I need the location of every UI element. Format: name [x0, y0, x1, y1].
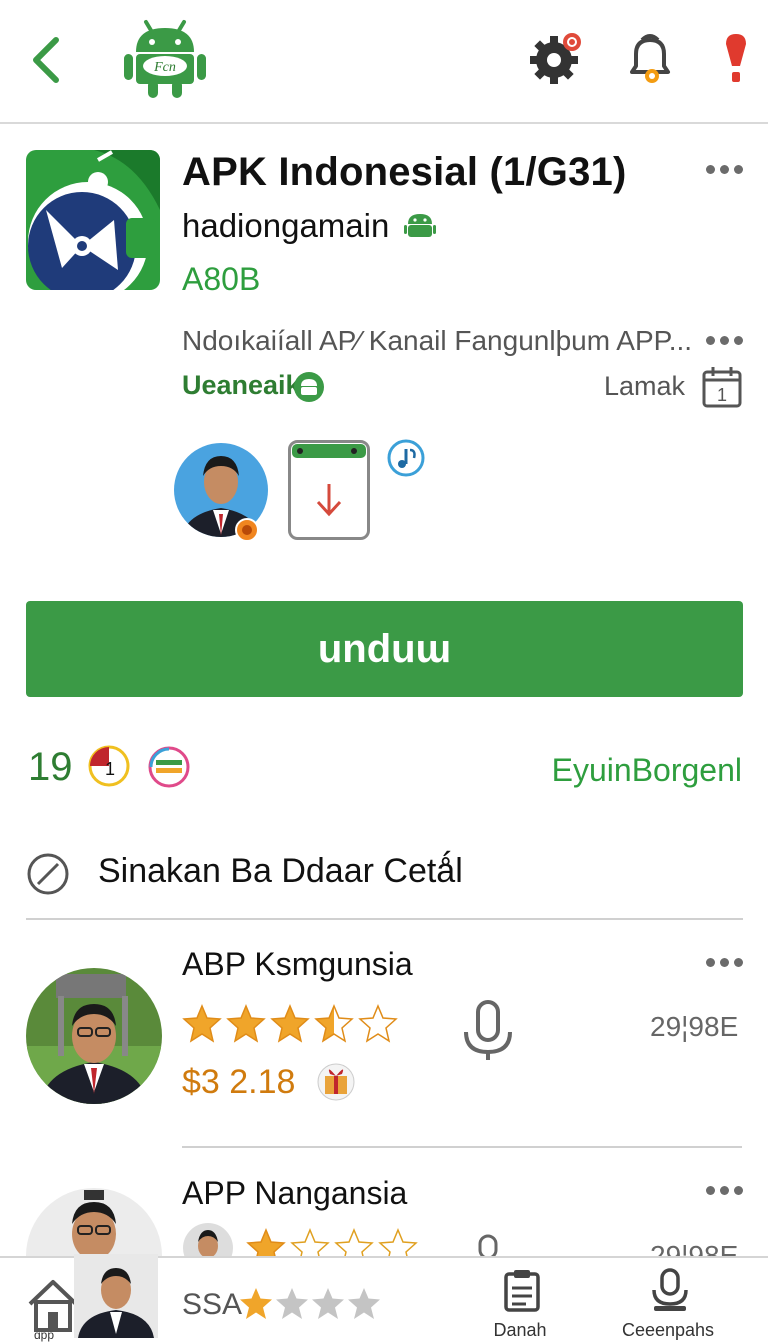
app-title: APK Indonesial (1/G31) [182, 150, 627, 194]
notification-bell-icon[interactable] [622, 30, 678, 86]
section-title: Sinakan Ba Ddaar Cetǻl [98, 852, 463, 890]
microphone-icon [652, 1268, 688, 1311]
partner-badge-icon [148, 746, 190, 788]
nav-label: Ceeenpahs [621, 1320, 715, 1340]
calendar-icon[interactable]: 1 [702, 366, 742, 408]
list-item-avatar[interactable] [26, 1186, 162, 1256]
home-label: ɑpp [34, 1328, 55, 1342]
stats-count: 19 [28, 745, 73, 789]
developer-avatar[interactable] [173, 438, 269, 542]
nav-item-danah[interactable]: Danah [460, 1268, 580, 1344]
microphone-icon[interactable] [460, 998, 516, 1062]
app-more-menu-icon[interactable] [706, 165, 746, 177]
section-divider [26, 918, 743, 920]
ssa-rating-stars [240, 1288, 380, 1319]
download-button[interactable]: unduɯ [26, 601, 743, 697]
list-item-more-icon[interactable] [706, 958, 746, 970]
list-item-price: $3 2.18 [182, 1063, 296, 1101]
list-item-avatar[interactable] [26, 966, 162, 1106]
vendor-android-badge-icon [294, 372, 324, 402]
list-item-meta: 29¦98E [650, 1011, 739, 1042]
svg-text:1: 1 [717, 385, 727, 405]
clipboard-icon [504, 1270, 540, 1312]
app-icon [26, 150, 160, 290]
developer-name[interactable]: hadiongamain [182, 207, 389, 245]
download-screenshot-thumbnail[interactable] [288, 440, 370, 540]
microphone-icon[interactable] [476, 1234, 500, 1256]
nav-label: Danah [493, 1320, 547, 1340]
vendor-label[interactable]: Ueaneaik [182, 370, 301, 401]
settings-gear-icon[interactable] [528, 30, 584, 86]
list-item-rating-stars [183, 1005, 397, 1042]
rank-badge-icon: 1 [88, 745, 130, 787]
profile-thumbnail[interactable] [74, 1254, 158, 1338]
android-logo: Fcn [124, 20, 206, 98]
description-more-icon[interactable] [706, 336, 746, 348]
home-icon[interactable] [26, 1278, 80, 1334]
stats-link[interactable]: EyuinBorgenl [552, 752, 742, 789]
app-description: Ndoıkaiíall AP⁄ Kanail Fangunlþum APP... [182, 325, 693, 356]
app-size: A80B [182, 261, 261, 297]
alert-icon[interactable] [718, 30, 754, 86]
list-item-rating-stars [247, 1229, 417, 1256]
ssa-label: SSA [182, 1288, 243, 1321]
nav-item-ceeenpahs[interactable]: Ceeenpahs [608, 1268, 728, 1344]
top-bar: Fcn [0, 0, 768, 124]
verified-android-badge-icon [404, 214, 436, 237]
svg-text:1: 1 [105, 759, 115, 779]
gift-icon [317, 1063, 355, 1101]
list-item-title[interactable]: APP Nangansia [182, 1175, 407, 1212]
logo-text: Fcn [153, 60, 176, 75]
blocked-icon [27, 853, 69, 895]
list-item-mini-avatar [183, 1223, 233, 1256]
music-note-icon[interactable] [386, 438, 426, 478]
list-divider [182, 1146, 742, 1148]
back-chevron-icon[interactable] [26, 34, 66, 86]
list-item-more-icon[interactable] [706, 1186, 746, 1198]
category-label: Lamak [604, 371, 686, 401]
list-item-title[interactable]: ABP Ksmgunsia [182, 946, 413, 983]
